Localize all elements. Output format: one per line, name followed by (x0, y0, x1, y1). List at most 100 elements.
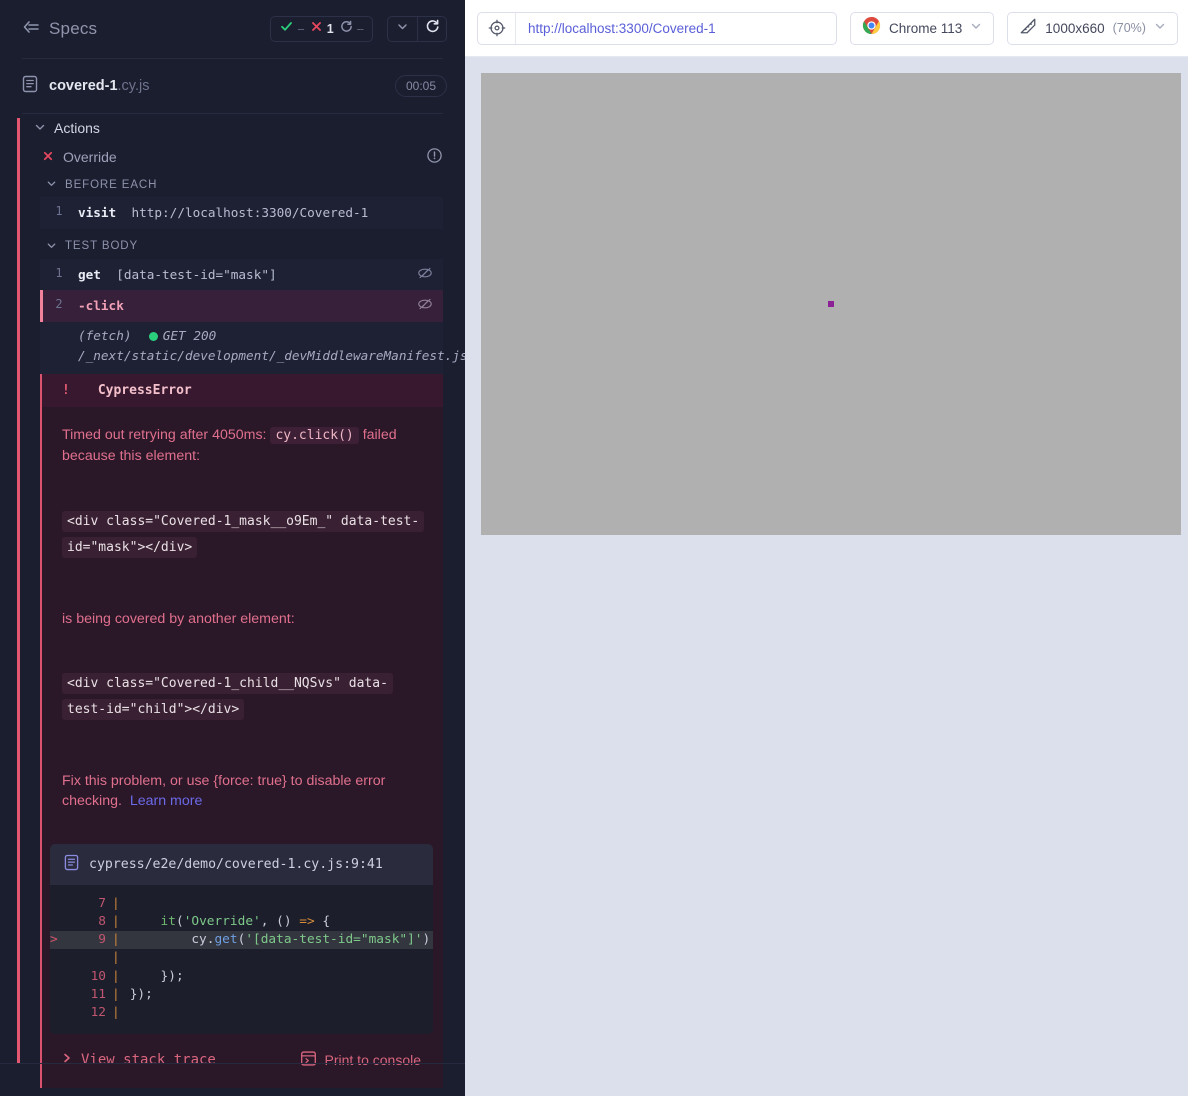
command-method: get (78, 266, 101, 282)
command-arg: [data-test-id="mask"] (116, 266, 277, 282)
error-covering-html: <div class="Covered-1_child__NQSvs" data… (62, 673, 393, 721)
test-title: Override (63, 149, 117, 165)
file-document-icon (22, 75, 38, 98)
code-frame: cypress/e2e/demo/covered-1.cy.js:9:41 7 … (50, 843, 433, 1034)
chevron-down-icon (46, 239, 57, 254)
x-icon (310, 20, 323, 38)
route-url: /_next/static/development/_devMiddleware… (78, 347, 465, 363)
command-arg: http://localhost:3300/Covered-1 (131, 205, 369, 220)
command-row[interactable]: 1 get [data-test-id="mask"] (40, 258, 443, 291)
code-line-bar: | (112, 1004, 120, 1020)
code-line: 10 | }); (50, 968, 433, 986)
test-stats: -- 1 -- (270, 16, 373, 42)
code-line-bar: | (112, 968, 120, 984)
rerun-tests-button[interactable] (417, 17, 446, 41)
file-document-icon (64, 854, 79, 875)
console-window-icon (300, 1050, 317, 1070)
code-frame-path: cypress/e2e/demo/covered-1.cy.js:9:41 (89, 856, 383, 872)
command-number: 1 (55, 265, 63, 280)
code-line: 8 | it('Override', () => { (50, 913, 433, 931)
command-row-active[interactable]: 2 -click (40, 290, 443, 323)
code-line-marker (50, 986, 64, 1004)
reporter-panel: Specs -- 1 -- covered-1.cy.js 00:05 Acti… (0, 0, 465, 1096)
code-line-text: }); (129, 968, 184, 984)
error-message: Timed out retrying after 4050ms: cy.clic… (62, 425, 421, 466)
learn-more-link[interactable]: Learn more (130, 793, 203, 809)
error-element-html-wrap: <div class="Covered-1_mask__o9Em_" data-… (62, 509, 425, 561)
specs-back-button[interactable]: Specs (22, 19, 97, 39)
chevron-right-icon (62, 1052, 73, 1068)
stat-failed: 1 (310, 20, 334, 38)
stat-pending-value: -- (356, 22, 364, 36)
browser-selector[interactable]: Chrome 113 (850, 11, 995, 45)
toggle-specs-list-button[interactable] (388, 17, 417, 41)
chevron-down-icon (970, 19, 982, 37)
suite-row-actions[interactable]: Actions (0, 114, 465, 142)
child-div[interactable] (828, 301, 834, 307)
code-line-number: 8 (98, 914, 106, 930)
eye-off-icon[interactable] (411, 265, 443, 284)
code-line-bar: | (112, 932, 120, 948)
cypress-app: Specs -- 1 -- covered-1.cy.js 00:05 Acti… (0, 0, 1188, 1096)
viewport-selector[interactable]: 1000x660 (70%) (1007, 11, 1178, 45)
route-log-row[interactable]: (fetch) GET 200 /_next/static/development… (40, 322, 465, 375)
status-dot-icon (148, 332, 158, 342)
route-label: (fetch) (78, 328, 132, 344)
error-fix-text: Fix this problem, or use {force: true} t… (62, 771, 421, 812)
error-covering-html-wrap: <div class="Covered-1_child__NQSvs" data… (62, 671, 421, 723)
pending-icon (340, 20, 353, 38)
route-body: (fetch) GET 200 /_next/static/development… (78, 326, 465, 365)
route-status: GET 200 (162, 328, 217, 344)
ruler-icon (1019, 17, 1037, 40)
print-to-console-button[interactable]: Print to console (300, 1050, 422, 1070)
selector-playground-icon[interactable] (478, 12, 516, 44)
error-body: Timed out retrying after 4050ms: cy.clic… (40, 407, 443, 825)
error-panel: ! CypressError Timed out retrying after … (40, 374, 443, 1088)
eye-off-icon[interactable] (411, 296, 443, 315)
code-line-marker (50, 913, 64, 931)
chevron-down-icon (1154, 19, 1166, 37)
error-spacer (62, 629, 421, 671)
check-icon (280, 20, 293, 38)
code-line-bar: | (112, 914, 120, 930)
code-line-bar: | (112, 895, 120, 911)
route-number (40, 326, 78, 327)
print-to-console-label: Print to console (324, 1052, 422, 1068)
command-row[interactable]: 1 visit http://localhost:3300/Covered-1 (40, 197, 443, 229)
command-body: get [data-test-id="mask"] (78, 265, 411, 285)
code-line-text: it('Override', () => { (160, 914, 331, 930)
error-message-code: cy.click() (270, 427, 359, 445)
code-line-number (64, 949, 112, 967)
url-bar[interactable]: http://localhost:3300/Covered-1 (477, 11, 837, 45)
error-spacer (62, 467, 421, 509)
exclamation-circle-icon[interactable] (426, 147, 443, 167)
reporter-header: Specs -- 1 -- (0, 0, 465, 58)
x-icon (42, 150, 54, 165)
viewport-size-label: 1000x660 (1045, 20, 1105, 36)
viewport-scale-label: (70%) (1112, 21, 1146, 35)
error-message-prefix: Timed out retrying after 4050ms: (62, 427, 267, 444)
code-line: 11 | }); (50, 986, 433, 1004)
test-tree: Actions Override BEFORE EACH 1 visit htt… (0, 114, 465, 1088)
code-line-bar: | (112, 986, 120, 1002)
aut-panel: http://localhost:3300/Covered-1 Chrome 1… (465, 0, 1188, 1096)
code-line-number: 7 (98, 895, 106, 911)
spec-duration: 00:05 (394, 75, 447, 97)
stat-pending: -- (340, 20, 364, 38)
aut-stage (465, 57, 1188, 1096)
app-under-test-frame[interactable] (481, 73, 1181, 535)
chevron-down-icon (396, 20, 409, 38)
hook-row-test-body[interactable]: TEST BODY (0, 229, 465, 259)
code-line-highlighted: > 9 | cy.get('[data-test-id="mask"]') (50, 931, 433, 950)
hook-title: TEST BODY (65, 240, 139, 253)
test-row-override[interactable]: Override (0, 142, 465, 172)
code-line-number: 10 (90, 968, 106, 984)
chrome-icon (862, 16, 881, 40)
command-method: visit (78, 205, 117, 220)
spec-row[interactable]: covered-1.cy.js 00:05 (0, 59, 465, 113)
hook-row-before-each[interactable]: BEFORE EACH (0, 172, 465, 197)
code-frame-file-link[interactable]: cypress/e2e/demo/covered-1.cy.js:9:41 (50, 843, 433, 885)
error-middle-text: is being covered by another element: (62, 610, 295, 627)
view-stack-trace-button[interactable]: View stack trace (62, 1052, 216, 1068)
url-text[interactable]: http://localhost:3300/Covered-1 (516, 21, 716, 36)
